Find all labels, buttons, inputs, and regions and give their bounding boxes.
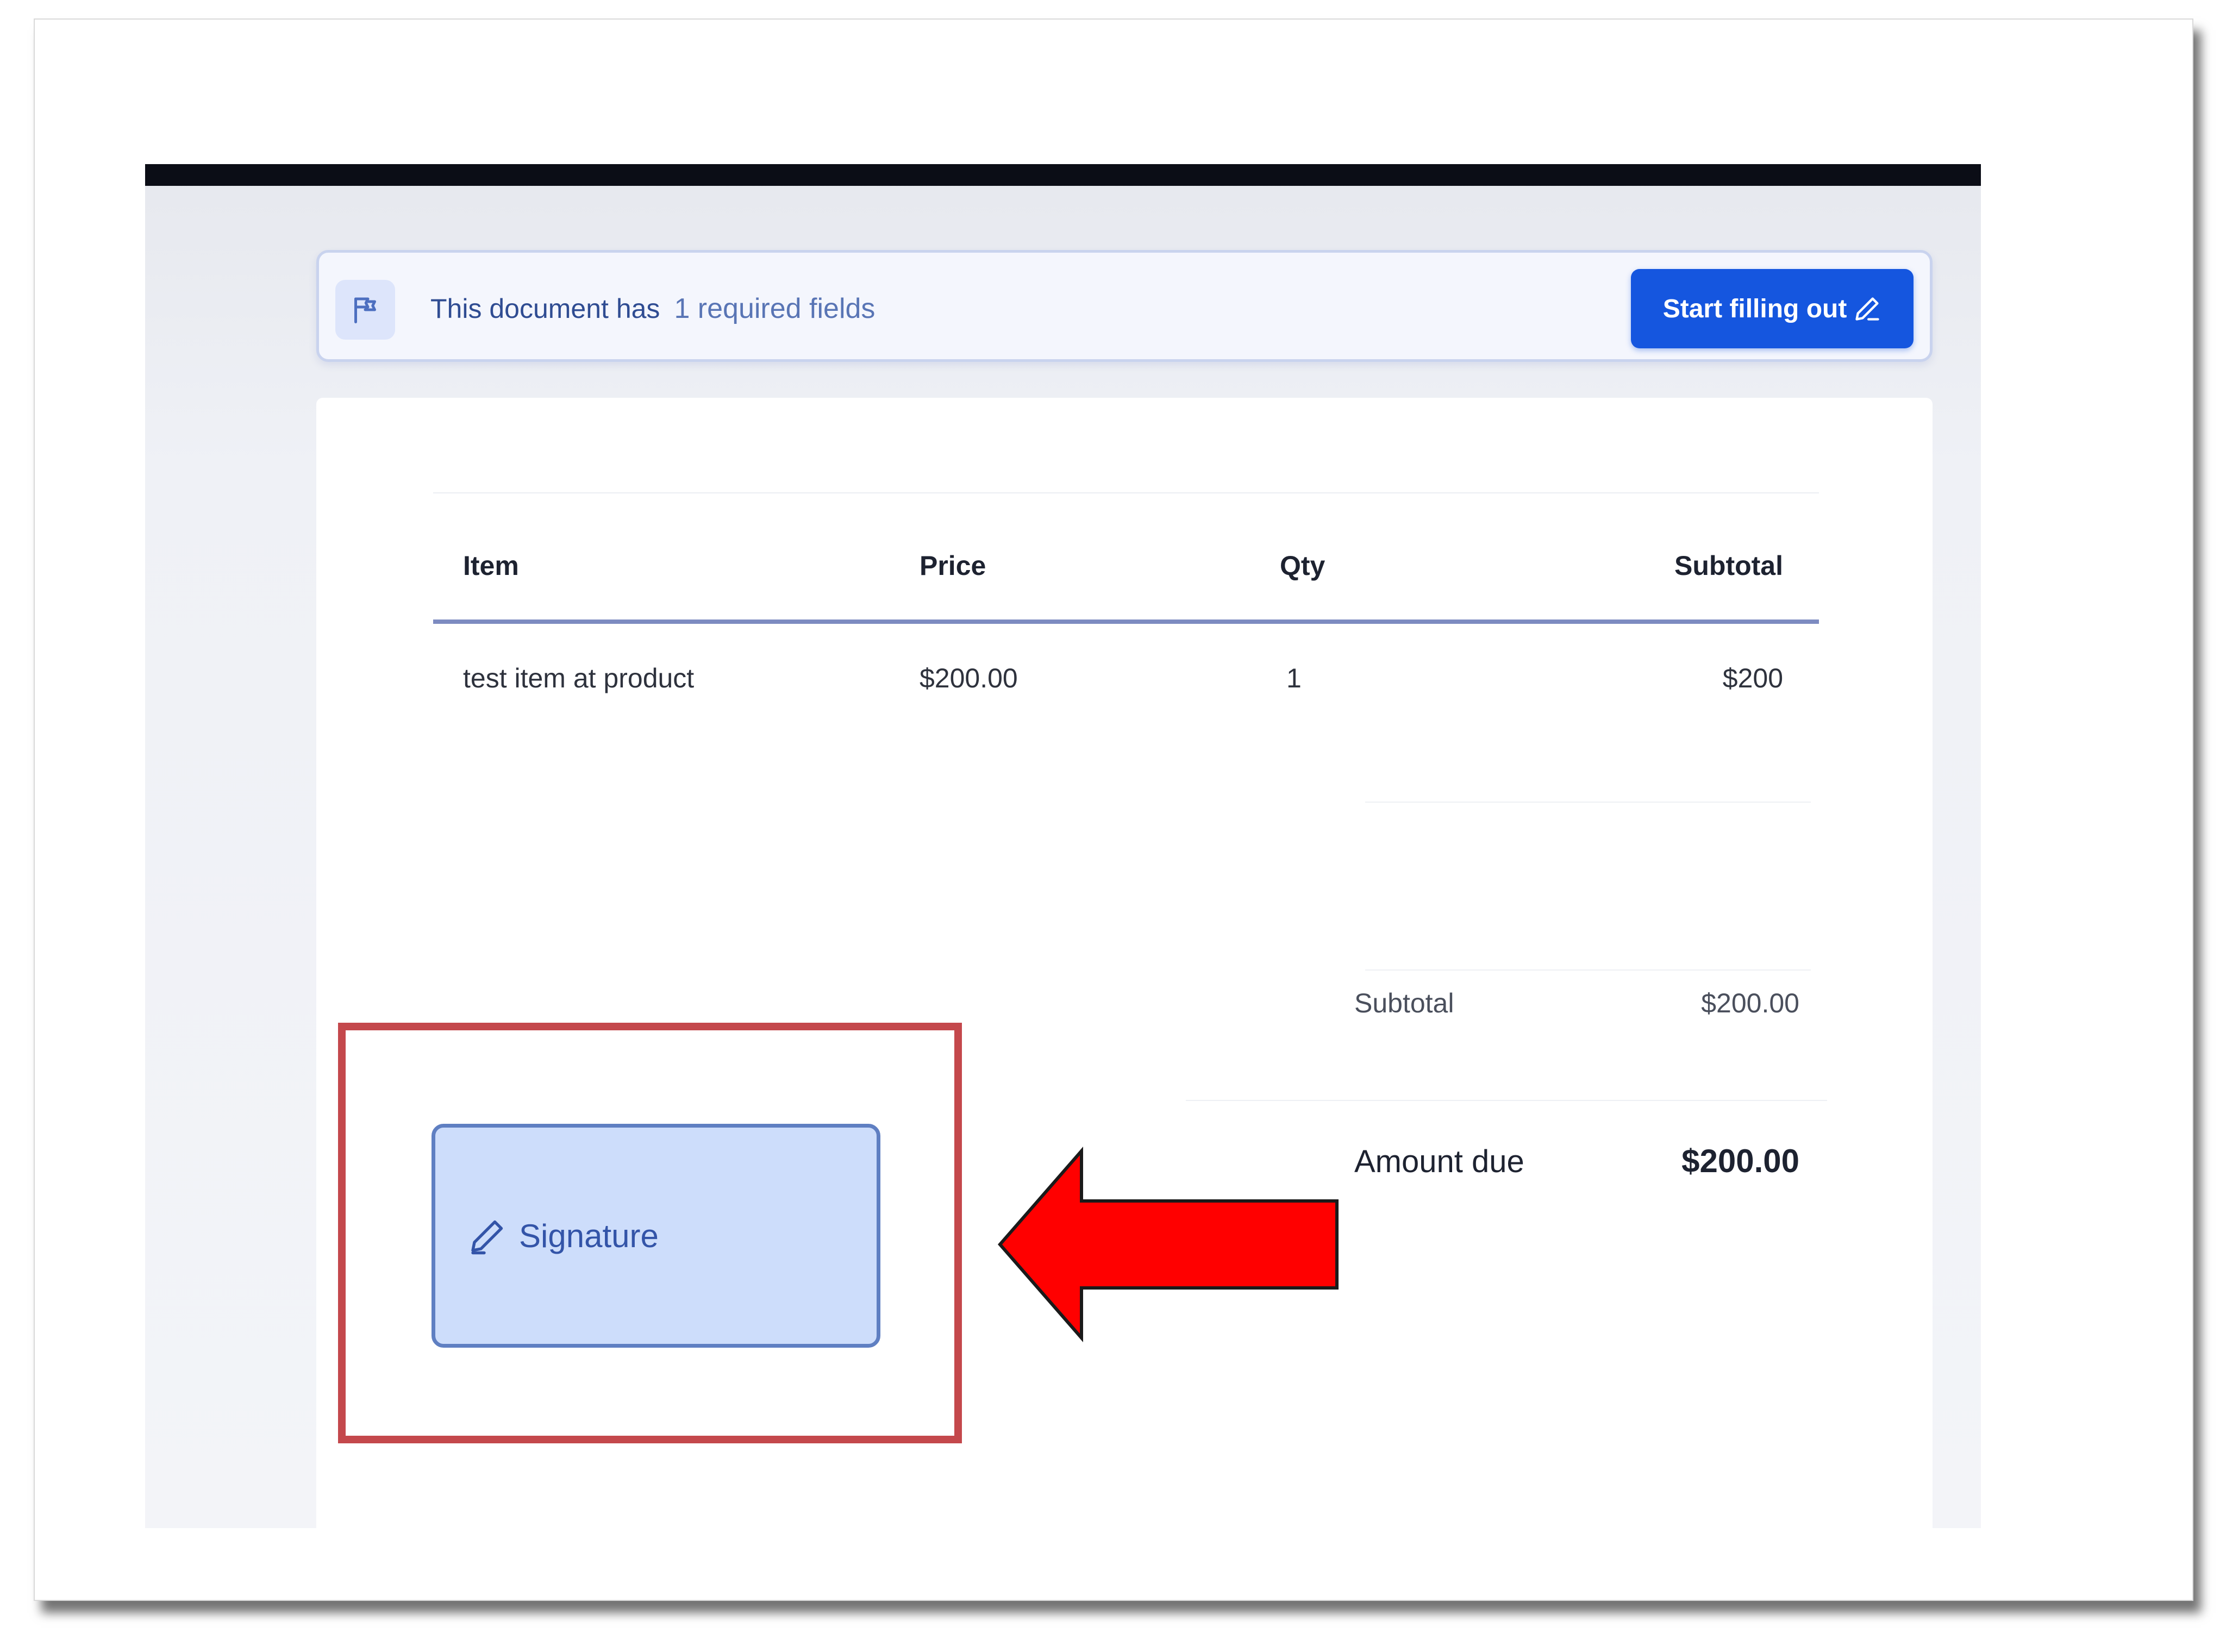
start-filling-out-button[interactable]: Start filling out [1631, 269, 1914, 348]
cell-item-qty: 1 [1286, 663, 1302, 693]
signature-label: Signature [519, 1217, 659, 1254]
required-fields-banner: This document has 1 required fields Star… [316, 250, 1933, 362]
browser-top-bar [145, 164, 1981, 186]
table-header-divider [433, 620, 1819, 624]
flag-icon [335, 280, 395, 340]
amount-due-value: $200.00 [1681, 1143, 1799, 1179]
summary-subtotal-value: $200.00 [1701, 988, 1799, 1018]
summary-divider-top [1365, 802, 1811, 803]
start-filling-out-label: Start filling out [1662, 294, 1847, 323]
cell-item-name: test item at product [463, 663, 695, 693]
cell-item-price: $200.00 [920, 663, 1018, 693]
pencil-icon [471, 1220, 503, 1255]
amount-due-label: Amount due [1354, 1144, 1524, 1179]
left-arrow-icon [998, 1147, 1339, 1342]
column-header-price: Price [920, 550, 986, 581]
summary-divider-middle [1365, 969, 1811, 971]
column-header-qty: Qty [1280, 550, 1325, 581]
banner-message-text: This document has [430, 293, 660, 324]
summary-subtotal-label: Subtotal [1354, 988, 1454, 1018]
column-header-subtotal: Subtotal [1674, 550, 1783, 581]
required-fields-count: 1 required fields [674, 293, 876, 324]
summary-divider-bottom [1186, 1100, 1827, 1101]
column-header-item: Item [463, 550, 519, 581]
banner-message: This document has 1 required fields [430, 253, 875, 365]
pencil-icon [1855, 297, 1879, 321]
signature-field[interactable]: Signature [432, 1124, 880, 1348]
table-top-divider [433, 492, 1819, 493]
cell-item-subtotal: $200 [1722, 663, 1783, 693]
